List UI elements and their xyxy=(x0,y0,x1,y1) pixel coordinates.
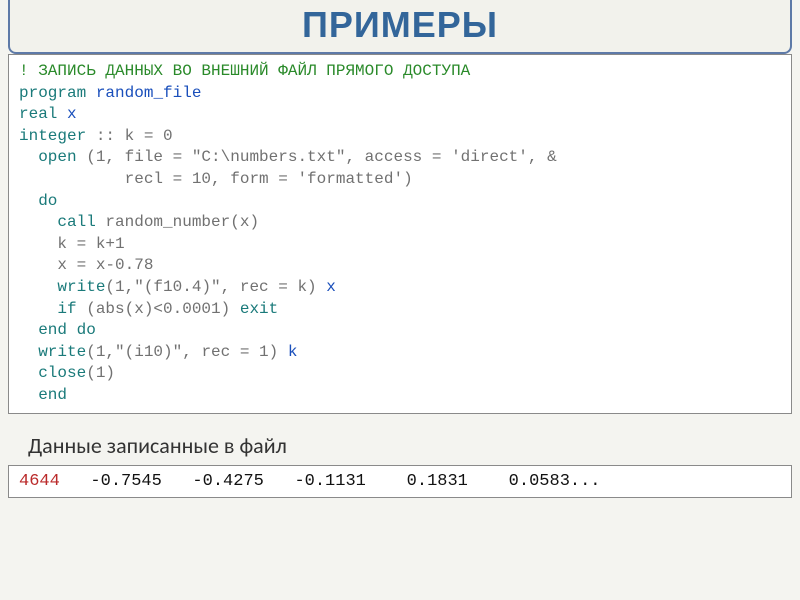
open-args-1: (1, file = "C:\numbers.txt", access = 'd… xyxy=(77,148,557,166)
close-rest: (1) xyxy=(86,364,115,382)
write-2-mid: (1,"(i10)", rec = 1) xyxy=(86,343,278,361)
kw-if: if xyxy=(19,300,77,318)
kw-write-2: write xyxy=(19,343,86,361)
call-rest: random_number(x) xyxy=(96,213,259,231)
output-rest-values: -0.7545 -0.4275 -0.1131 0.1831 0.0583... xyxy=(60,472,601,491)
kw-call: call xyxy=(19,213,96,231)
kw-integer: integer xyxy=(19,127,86,145)
slide: ПРИМЕРЫ ! ЗАПИСЬ ДАННЫХ ВО ВНЕШНИЙ ФАЙЛ … xyxy=(0,0,800,600)
kw-close: close xyxy=(19,364,86,382)
write-2-id: k xyxy=(288,343,298,361)
write-1-id: x xyxy=(326,278,336,296)
kw-real: real xyxy=(19,105,57,123)
slide-title: ПРИМЕРЫ xyxy=(302,4,498,45)
kw-write-1: write xyxy=(19,278,105,296)
title-box: ПРИМЕРЫ xyxy=(8,0,792,54)
kw-end: end xyxy=(19,386,67,404)
output-first-value: 4644 xyxy=(19,472,60,491)
write-1-mid: (1,"(f10.4)", rec = k) xyxy=(105,278,316,296)
stmt-x: x = x-0.78 xyxy=(19,256,153,274)
if-cond: (abs(x)<0.0001) xyxy=(77,300,240,318)
output-data-box: 4644 -0.7545 -0.4275 -0.1131 0.1831 0.05… xyxy=(8,465,792,498)
open-args-2: recl = 10, form = 'formatted') xyxy=(19,170,413,188)
output-caption: Данные записанные в файл xyxy=(28,432,772,459)
int-rest: :: k = 0 xyxy=(86,127,172,145)
id-x: x xyxy=(67,105,77,123)
id-random-file: random_file xyxy=(96,84,202,102)
kw-program: program xyxy=(19,84,86,102)
code-comment: ! ЗАПИСЬ ДАННЫХ ВО ВНЕШНИЙ ФАЙЛ ПРЯМОГО … xyxy=(19,62,470,80)
kw-end-do: end do xyxy=(19,321,96,339)
code-block: ! ЗАПИСЬ ДАННЫХ ВО ВНЕШНИЙ ФАЙЛ ПРЯМОГО … xyxy=(8,54,792,414)
stmt-k: k = k+1 xyxy=(19,235,125,253)
kw-exit: exit xyxy=(240,300,278,318)
kw-do: do xyxy=(19,192,57,210)
kw-open: open xyxy=(19,148,77,166)
